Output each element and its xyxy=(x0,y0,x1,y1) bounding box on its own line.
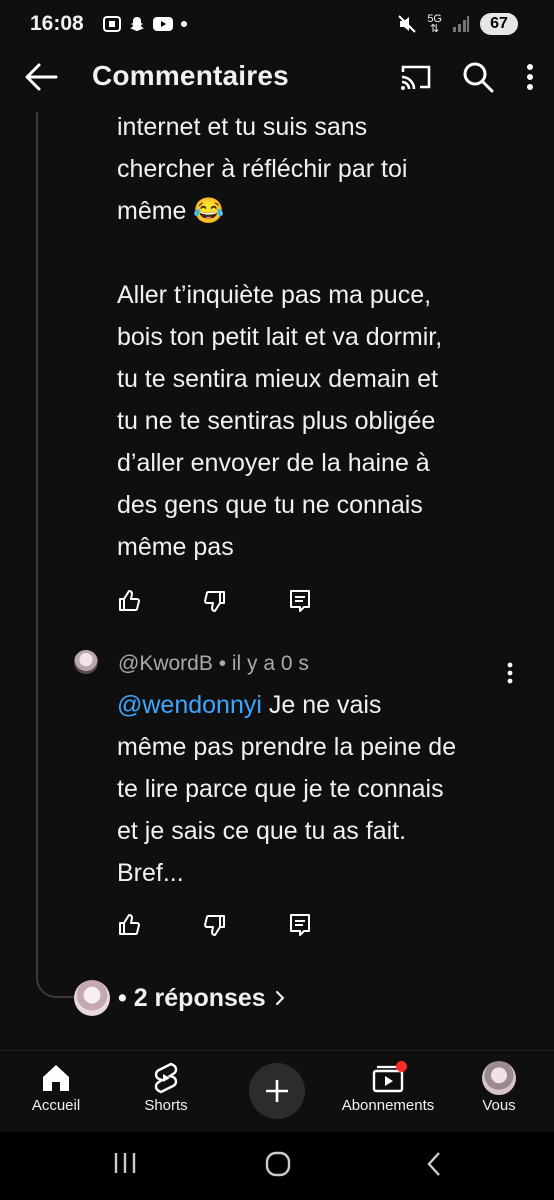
status-bar: 16:08 5G ⇅ 67 xyxy=(0,0,554,48)
dislike-button[interactable] xyxy=(203,584,289,618)
network-type: 5G xyxy=(427,13,442,25)
thread-line xyxy=(36,112,38,962)
replies-count-label: • 2 réponses xyxy=(118,983,266,1012)
create-button[interactable] xyxy=(248,1063,306,1119)
thumb-down-icon xyxy=(204,915,225,936)
more-vert-icon xyxy=(527,64,533,90)
thread-line-curve xyxy=(36,960,74,998)
back-button[interactable] xyxy=(24,62,60,92)
mention-link[interactable]: @wendonnyi xyxy=(117,691,262,719)
cast-button[interactable] xyxy=(396,58,436,96)
bottom-navigation: Accueil Shorts Abonnements Vous xyxy=(0,1050,554,1133)
snapchat-icon xyxy=(129,17,144,31)
screenshot-icon xyxy=(102,16,121,32)
nav-subscriptions-label: Abonnements xyxy=(341,1097,435,1114)
comment-icon xyxy=(290,914,310,936)
thumb-up-icon xyxy=(119,914,140,935)
cast-icon xyxy=(401,65,431,90)
status-notification-icons xyxy=(102,15,188,33)
thumb-down-icon xyxy=(204,591,225,612)
avatar xyxy=(482,1061,516,1095)
comment-actions xyxy=(117,584,375,618)
mute-icon xyxy=(398,15,417,33)
recent-apps-icon xyxy=(114,1153,136,1173)
nav-home-label: Accueil xyxy=(31,1097,81,1114)
status-time: 16:08 xyxy=(30,12,84,35)
shorts-icon xyxy=(154,1062,178,1094)
system-navigation-bar xyxy=(0,1132,554,1200)
nav-subscriptions[interactable]: Abonnements xyxy=(334,1061,442,1114)
home-circle-icon xyxy=(265,1151,291,1177)
search-icon xyxy=(463,62,494,93)
battery-indicator: 67 xyxy=(480,13,518,35)
thumb-up-icon xyxy=(119,590,140,611)
chevron-right-icon xyxy=(275,991,285,1005)
youtube-icon xyxy=(152,17,173,31)
home-icon xyxy=(43,1065,69,1091)
reply-button[interactable] xyxy=(289,584,375,618)
reply-actions xyxy=(117,908,375,942)
search-button[interactable] xyxy=(458,58,498,96)
nav-you-label: Vous xyxy=(482,1097,516,1114)
comment-icon xyxy=(290,590,310,612)
nav-shorts-label: Shorts xyxy=(144,1097,188,1114)
app-bar: Commentaires xyxy=(0,50,554,104)
reply-author[interactable]: @KwordB xyxy=(118,652,213,675)
nav-home[interactable]: Accueil xyxy=(22,1061,90,1114)
nav-shorts[interactable]: Shorts xyxy=(130,1061,202,1114)
plus-icon xyxy=(266,1080,288,1102)
home-system-button[interactable] xyxy=(264,1150,292,1183)
notification-dot xyxy=(396,1061,407,1072)
subscriptions-icon-wrap xyxy=(370,1061,407,1095)
view-replies-button[interactable]: • 2 réponses xyxy=(74,980,286,1016)
back-chevron-icon xyxy=(427,1152,440,1176)
reply-button[interactable] xyxy=(289,908,375,942)
avatar xyxy=(74,980,110,1016)
nav-you[interactable]: Vous xyxy=(474,1061,524,1114)
network-indicator: 5G ⇅ xyxy=(427,13,442,35)
reply-timestamp: il y a 0 s xyxy=(231,652,309,675)
signal-icon xyxy=(453,16,469,32)
avatar[interactable] xyxy=(74,650,98,674)
reply-body: Je ne vais même pas prendre la peine de … xyxy=(117,691,457,887)
reply-text: @wendonnyi Je ne vais même pas prendre l… xyxy=(117,684,517,894)
comment-text: internet et tu suis sans chercher à réfl… xyxy=(117,113,443,561)
more-vert-icon xyxy=(507,662,513,684)
like-button[interactable] xyxy=(117,584,203,618)
back-system-button[interactable] xyxy=(424,1150,444,1183)
create-circle xyxy=(249,1063,305,1119)
arrow-back-icon xyxy=(25,63,58,91)
reply-header: @KwordB • il y a 0 s xyxy=(118,652,309,676)
more-options-button[interactable] xyxy=(520,58,540,96)
like-button[interactable] xyxy=(117,908,203,942)
separator-dot: • xyxy=(218,652,232,675)
dot-icon xyxy=(180,21,187,27)
page-title: Commentaires xyxy=(92,60,289,91)
dislike-button[interactable] xyxy=(203,908,289,942)
recent-apps-button[interactable] xyxy=(112,1150,138,1181)
